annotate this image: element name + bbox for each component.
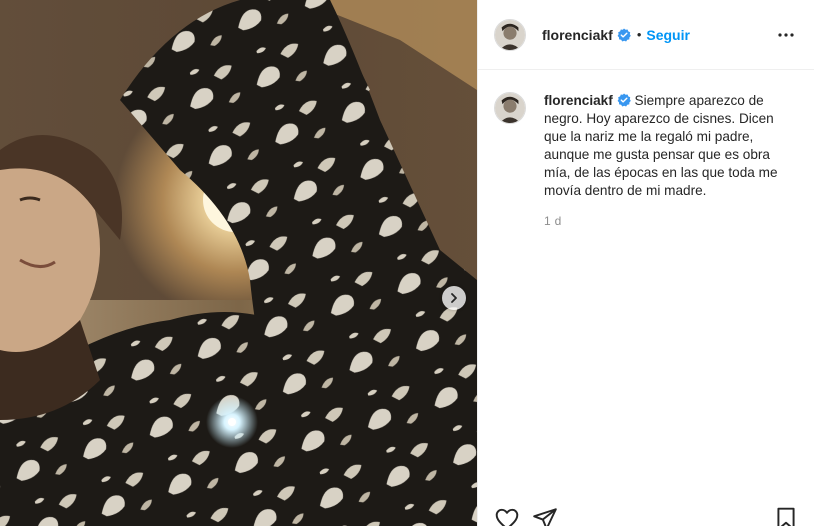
header-separator: • xyxy=(636,27,642,42)
caption-block: florenciakf Siempre aparezco de negro. H… xyxy=(478,70,814,228)
more-options-button[interactable] xyxy=(774,23,798,47)
avatar[interactable] xyxy=(494,18,526,51)
post-header: florenciakf • Seguir xyxy=(478,0,814,70)
caption-text: florenciakf Siempre aparezco de negro. H… xyxy=(544,92,794,200)
avatar-image xyxy=(495,19,525,50)
caption-username[interactable]: florenciakf xyxy=(544,93,613,108)
verified-badge-icon xyxy=(617,93,631,107)
post-timestamp[interactable]: 1 d xyxy=(544,214,794,228)
verified-badge-icon xyxy=(617,28,631,41)
post-photo[interactable] xyxy=(0,0,477,526)
heart-icon[interactable] xyxy=(494,506,520,526)
caption-message: Siempre aparezco de negro. Hoy aparezco … xyxy=(544,93,778,198)
action-bar xyxy=(494,506,799,526)
post-image xyxy=(0,0,477,526)
post-side-panel: florenciakf • Seguir florenciakf Siempre… xyxy=(477,0,814,526)
next-photo-button[interactable] xyxy=(442,286,466,310)
avatar-image xyxy=(495,93,525,123)
follow-button[interactable]: Seguir xyxy=(646,27,690,43)
post-username[interactable]: florenciakf xyxy=(542,27,613,43)
chevron-right-icon xyxy=(451,293,457,303)
caption-body: florenciakf Siempre aparezco de negro. H… xyxy=(544,92,794,228)
bookmark-icon[interactable] xyxy=(773,506,799,526)
paper-plane-icon[interactable] xyxy=(532,506,558,526)
more-options-icon xyxy=(778,32,794,37)
instagram-post: florenciakf • Seguir florenciakf Siempre… xyxy=(0,0,814,526)
caption-avatar[interactable] xyxy=(494,92,526,124)
